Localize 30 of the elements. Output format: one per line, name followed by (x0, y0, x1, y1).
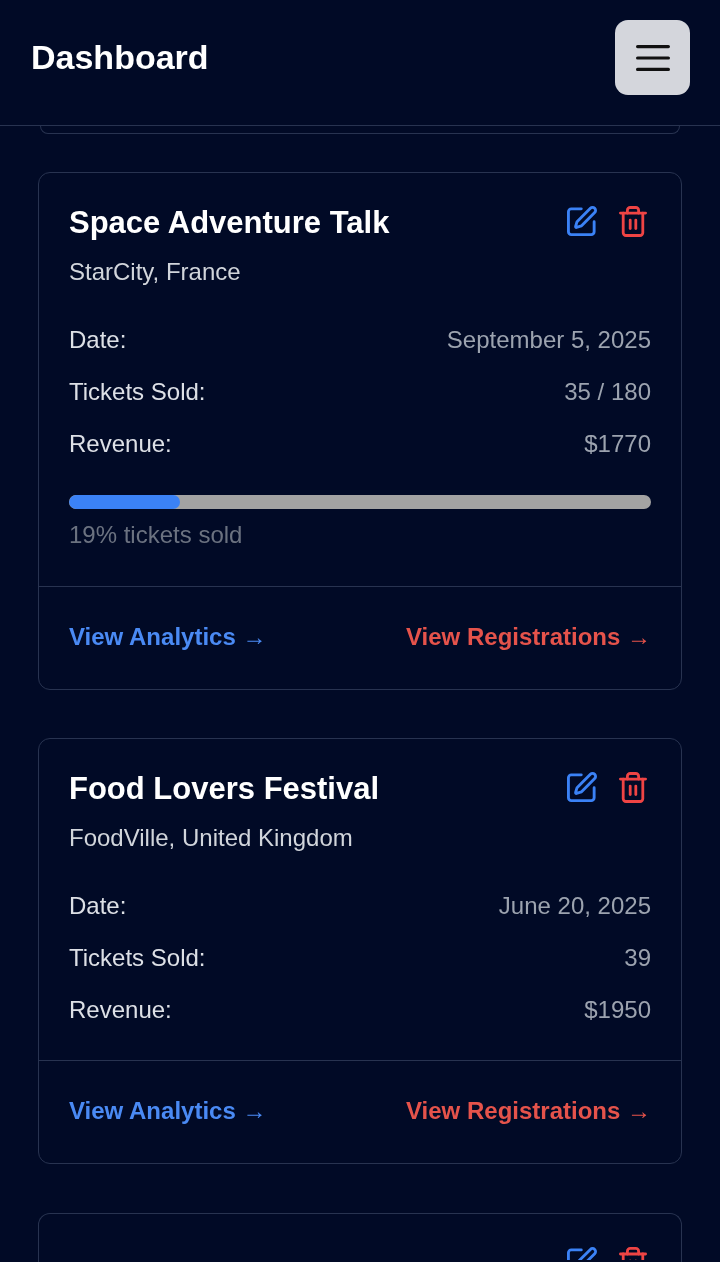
detail-label: Revenue: (69, 429, 172, 459)
trash-icon[interactable] (619, 206, 647, 237)
menu-button[interactable] (615, 20, 690, 95)
detail-value: 39 (624, 943, 651, 973)
analytics-link[interactable]: View Analytics → (69, 1096, 267, 1126)
event-title: Food Lovers Festival (69, 771, 380, 807)
event-location: StarCity, France (69, 257, 242, 287)
detail-value: $1950 (584, 995, 651, 1025)
event-title: Space Adventure Talk (69, 205, 390, 241)
registrations-link[interactable]: View Registrations → (406, 622, 651, 652)
detail-label: Date: (69, 891, 127, 921)
detail-label: Date: (69, 325, 127, 355)
progress-caption: 19% tickets sold (69, 520, 244, 550)
detail-label: Tickets Sold: (69, 377, 206, 407)
detail-label: Revenue: (69, 995, 172, 1025)
edit-icon[interactable] (567, 206, 597, 236)
menu-icon (635, 44, 670, 71)
page-title: Dashboard (31, 37, 209, 77)
trash-icon[interactable] (619, 772, 647, 803)
registrations-link[interactable]: View Registrations → (406, 1096, 651, 1126)
detail-label: Tickets Sold: (69, 943, 206, 973)
detail-value: June 20, 2025 (498, 891, 651, 921)
detail-value: September 5, 2025 (446, 325, 651, 355)
edit-icon[interactable] (567, 772, 597, 802)
trash-icon[interactable] (619, 1247, 647, 1260)
detail-value: $1770 (584, 429, 651, 459)
analytics-link[interactable]: View Analytics → (69, 622, 267, 652)
event-location: FoodVille, United Kingdom (69, 823, 354, 853)
detail-value: 35 / 180 (564, 377, 651, 407)
edit-icon[interactable] (567, 1247, 597, 1260)
